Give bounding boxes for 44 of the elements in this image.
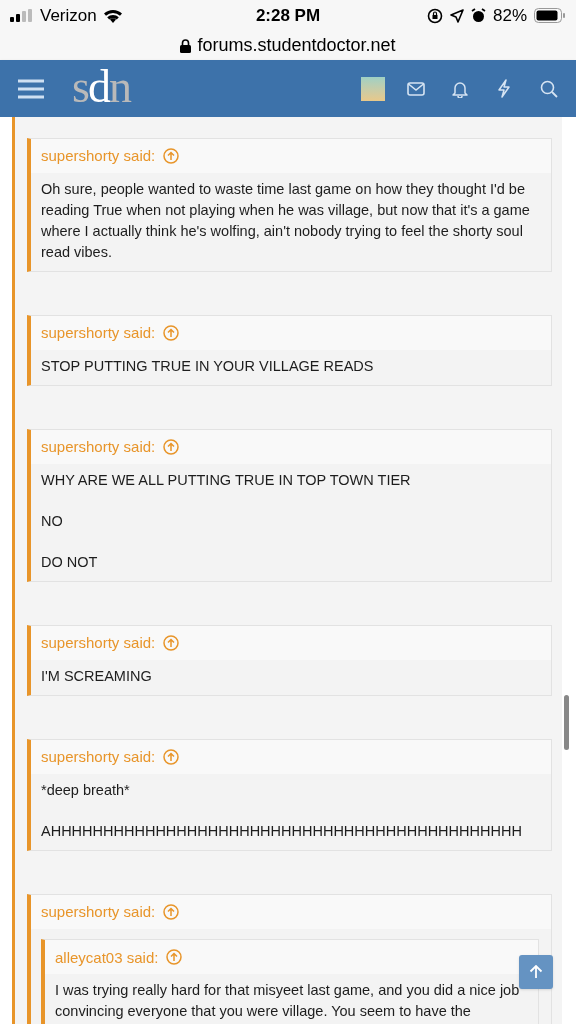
quote-author-link[interactable]: supershorty said: (41, 745, 156, 769)
quote-text: NO (41, 512, 64, 531)
scrollbar-thumb (564, 695, 569, 750)
mail-icon[interactable] (407, 81, 425, 96)
quote-text: AHHHHHHHHHHHHHHHHHHHHHHHHHHHHHHHHHHHHHHHHHHHHH (41, 822, 523, 841)
quote-author-link[interactable]: supershorty said: (41, 321, 156, 345)
search-icon[interactable] (540, 79, 558, 98)
quote-text: DO NOT (41, 553, 99, 572)
up-arrow-circle-icon[interactable] (163, 904, 180, 920)
location-arrow-icon (449, 8, 464, 23)
quote-author-link[interactable]: supershorty said: (41, 144, 156, 168)
up-arrow-circle-icon[interactable] (163, 148, 180, 164)
up-arrow-circle-icon[interactable] (163, 325, 180, 341)
rotation-lock-icon (426, 7, 443, 24)
avatar-image[interactable] (361, 76, 385, 101)
scroll-to-top-button[interactable] (519, 955, 553, 989)
lightning-bolt-icon[interactable] (497, 79, 511, 98)
clock-time: 2:28 PM (254, 4, 322, 27)
quote-text: I'M SCREAMING (41, 667, 153, 686)
quote-author-link[interactable]: supershorty said: (41, 435, 156, 459)
up-arrow-circle-icon[interactable] (163, 439, 180, 455)
battery-percent: 82% (492, 4, 527, 27)
quote-text: WHY ARE WE ALL PUTTING TRUE IN TOP TOWN TIER (41, 471, 412, 490)
quote-text: Oh sure, people wanted to waste time last game on how they thought I'd be reading True when not playing when he was village, but now that it's a game where I actually think he's wolfing, ain't nobody trying to feel the shorty soul read vibes. (41, 180, 531, 262)
quote-author-link[interactable]: supershorty said: (41, 900, 156, 924)
signal-icon (10, 9, 34, 22)
url-text[interactable]: forums.studentdoctor.net (197, 32, 396, 59)
quote-author-link[interactable]: supershorty said: (41, 631, 156, 655)
bell-icon[interactable] (452, 79, 468, 98)
carrier-name: Verizon (40, 4, 97, 27)
quote-text: *deep breath* (41, 781, 131, 800)
battery-icon (534, 8, 566, 23)
up-arrow-circle-icon[interactable] (163, 749, 180, 765)
site-logo[interactable]: sdn (72, 63, 130, 110)
menu-icon[interactable] (18, 78, 44, 99)
quote-text: I was trying really hard for that misyeet last game, and you did a nice job convincing everyone that you were village. You seem to have the (55, 981, 521, 1021)
lock-icon (180, 38, 192, 53)
up-arrow-circle-icon[interactable] (166, 949, 183, 965)
up-arrow-icon (529, 965, 543, 979)
up-arrow-circle-icon[interactable] (163, 635, 180, 651)
quote-author-link[interactable]: alleycat03 said: (55, 946, 159, 968)
alarm-clock-icon (470, 8, 486, 23)
quote-text: STOP PUTTING TRUE IN YOUR VILLAGE READS (41, 357, 375, 376)
wifi-icon (102, 8, 123, 23)
